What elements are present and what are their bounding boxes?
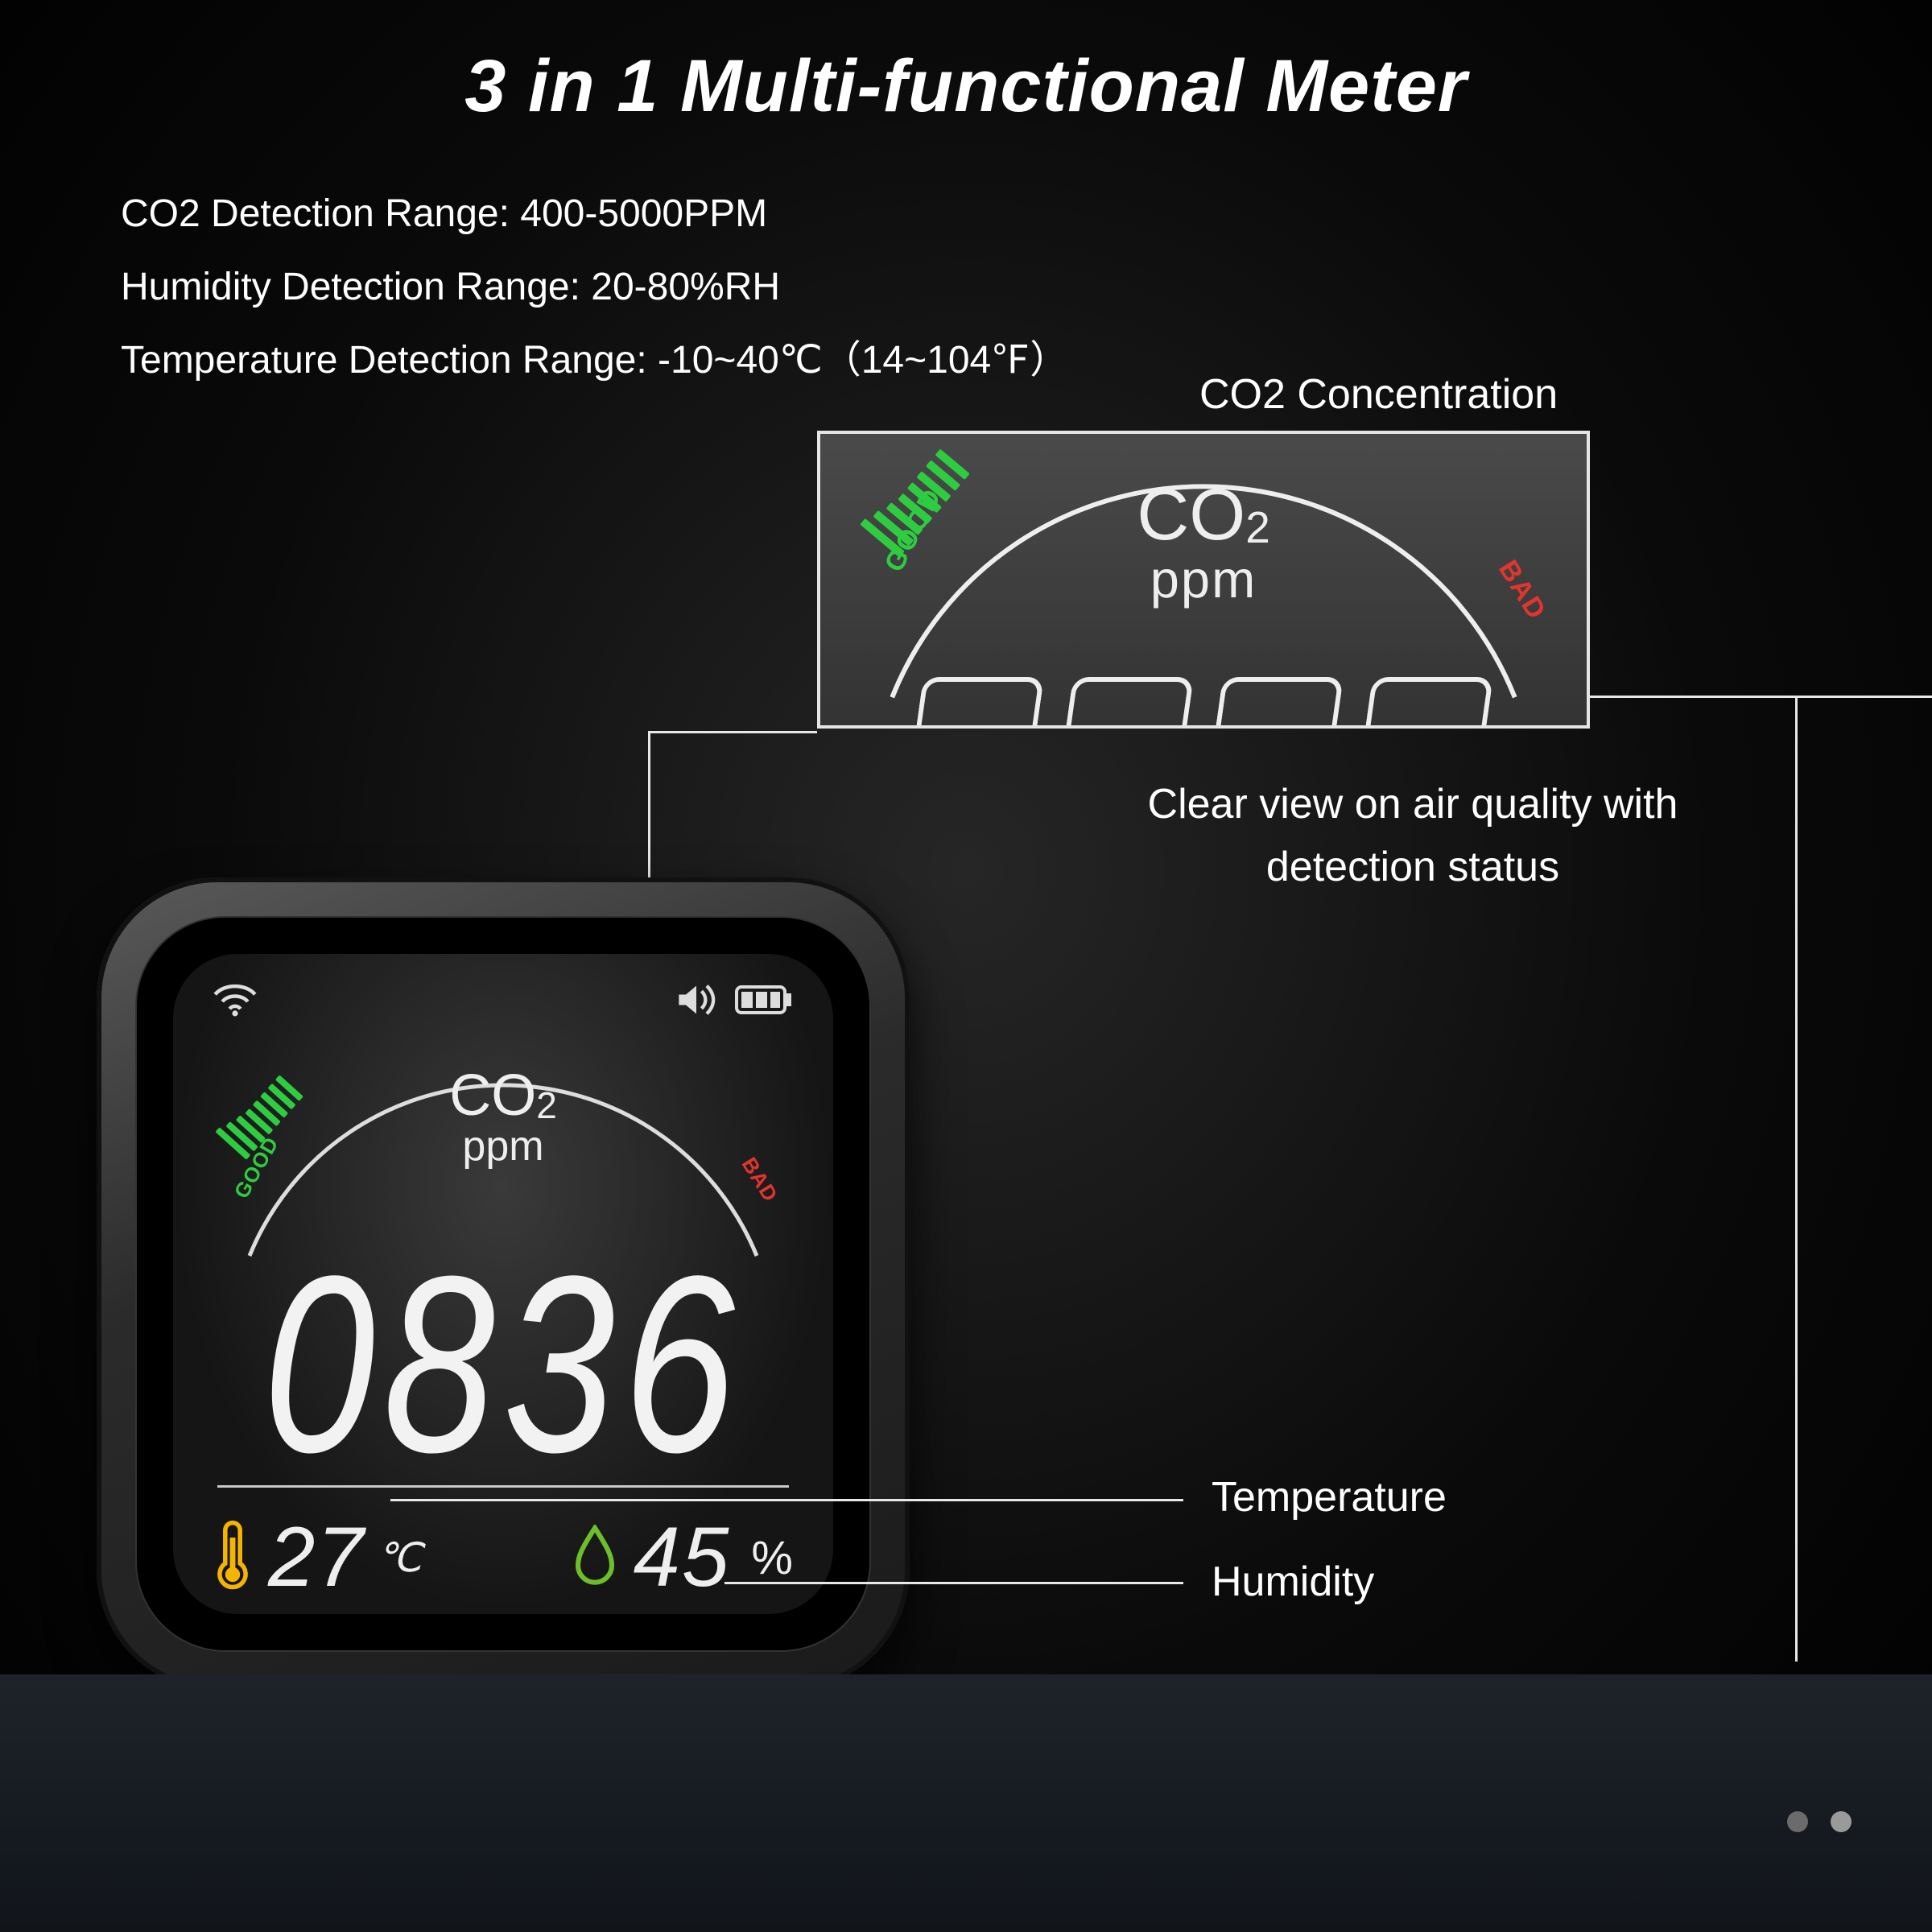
device-bezel: GOOD BAD CO2 ppm 0836 27 ℃ 45: [137, 918, 869, 1650]
connector-line: [648, 731, 817, 733]
co2-unit: ppm: [820, 549, 1587, 609]
speaker-icon: [675, 982, 717, 1022]
spec-co2: CO2 Detection Range: 400-5000PPM: [121, 177, 1068, 250]
spec-hum: Humidity Detection Range: 20-80%RH: [121, 250, 1068, 324]
connector-line: [1010, 1499, 1183, 1501]
connector-line: [724, 1582, 1010, 1584]
connector-line: [1010, 1582, 1183, 1584]
dot-icon: [1831, 1811, 1852, 1832]
wifi-icon: [213, 983, 257, 1021]
table-surface: [0, 1674, 1932, 1932]
battery-icon: [735, 985, 793, 1019]
co2-subscript: 2: [1245, 502, 1270, 552]
temperature-callout-label: Temperature: [1212, 1473, 1447, 1521]
thermometer-icon: [213, 1519, 252, 1597]
co2-text: CO: [449, 1063, 536, 1128]
gauge-co2-label: CO2 ppm: [173, 1063, 833, 1170]
connector-line: [1590, 696, 1932, 698]
connector-line: [1795, 696, 1798, 1662]
droplet-icon: [572, 1525, 617, 1591]
temperature-reading: 27: [268, 1509, 365, 1606]
connector-line: [390, 1499, 1010, 1501]
gauge-digit-segments-icon: [820, 677, 1587, 729]
spec-temp: Temperature Detection Range: -10~40℃（14~…: [121, 324, 1068, 397]
pagination-dots: [1787, 1811, 1852, 1832]
bottom-readings: 27 ℃ 45 %: [213, 1509, 793, 1606]
humidity-callout-label: Humidity: [1212, 1558, 1374, 1606]
co2-callout-caption: Clear view on air quality with detection…: [1091, 773, 1735, 898]
page-title: 3 in 1 Multi-functional Meter: [0, 44, 1932, 129]
spec-list: CO2 Detection Range: 400-5000PPM Humidit…: [121, 177, 1068, 398]
co2-unit: ppm: [173, 1122, 833, 1170]
co2-subscript: 2: [536, 1084, 557, 1126]
dot-icon: [1787, 1811, 1808, 1832]
device-screen: GOOD BAD CO2 ppm 0836 27 ℃ 45: [173, 954, 833, 1614]
co2-reading: 0836: [173, 1220, 833, 1509]
humidity-unit: %: [751, 1531, 793, 1585]
co2-zoom-panel: GOOD BAD CO2 ppm: [817, 431, 1590, 729]
humidity-reading: 45: [634, 1509, 731, 1606]
status-bar: [213, 982, 793, 1022]
co2-callout-title: CO2 Concentration: [1199, 370, 1558, 419]
device-body: GOOD BAD CO2 ppm 0836 27 ℃ 45: [97, 877, 910, 1690]
co2-text: CO: [1137, 475, 1245, 555]
divider-line: [217, 1485, 789, 1488]
temperature-unit: ℃: [377, 1534, 422, 1581]
gauge-co2-label: CO2 ppm: [820, 474, 1587, 609]
